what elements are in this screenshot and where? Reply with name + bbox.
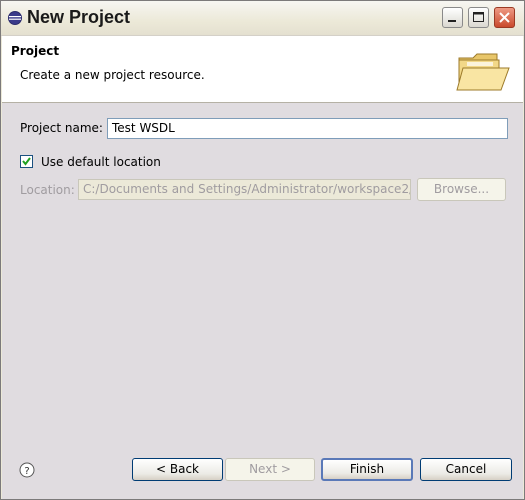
banner-heading: Project: [11, 44, 60, 58]
project-name-label: Project name:: [20, 121, 103, 135]
use-default-location-checkbox[interactable]: [20, 155, 33, 168]
checkmark-icon: [22, 157, 31, 166]
project-name-input[interactable]: Test WSDL: [107, 118, 508, 139]
maximize-button[interactable]: [468, 7, 489, 28]
button-bar: ? < Back Next > Finish Cancel: [2, 441, 523, 499]
location-label: Location:: [20, 183, 75, 197]
browse-button[interactable]: Browse...: [417, 178, 506, 201]
new-project-dialog: New Project Project Create a new project…: [0, 0, 525, 500]
finish-button[interactable]: Finish: [321, 458, 413, 481]
maximize-icon: [473, 12, 484, 22]
location-input[interactable]: C:/Documents and Settings/Administrator/…: [78, 179, 411, 200]
svg-text:?: ?: [24, 466, 29, 477]
window-title: New Project: [27, 7, 131, 27]
wizard-content: Project name: Test WSDL Use default loca…: [2, 103, 523, 441]
title-bar[interactable]: New Project: [1, 1, 524, 36]
close-icon: [499, 12, 510, 23]
minimize-icon: [448, 20, 456, 22]
use-default-location-label[interactable]: Use default location: [41, 155, 161, 169]
cancel-button[interactable]: Cancel: [420, 458, 512, 481]
wizard-banner: Project Create a new project resource.: [2, 36, 523, 103]
minimize-button[interactable]: [442, 7, 463, 28]
banner-description: Create a new project resource.: [20, 68, 205, 82]
help-icon[interactable]: ?: [19, 462, 35, 478]
next-button[interactable]: Next >: [225, 458, 315, 481]
back-button[interactable]: < Back: [132, 458, 223, 481]
eclipse-icon: [8, 11, 22, 25]
close-button[interactable]: [494, 7, 515, 28]
folder-icon: [456, 53, 510, 91]
